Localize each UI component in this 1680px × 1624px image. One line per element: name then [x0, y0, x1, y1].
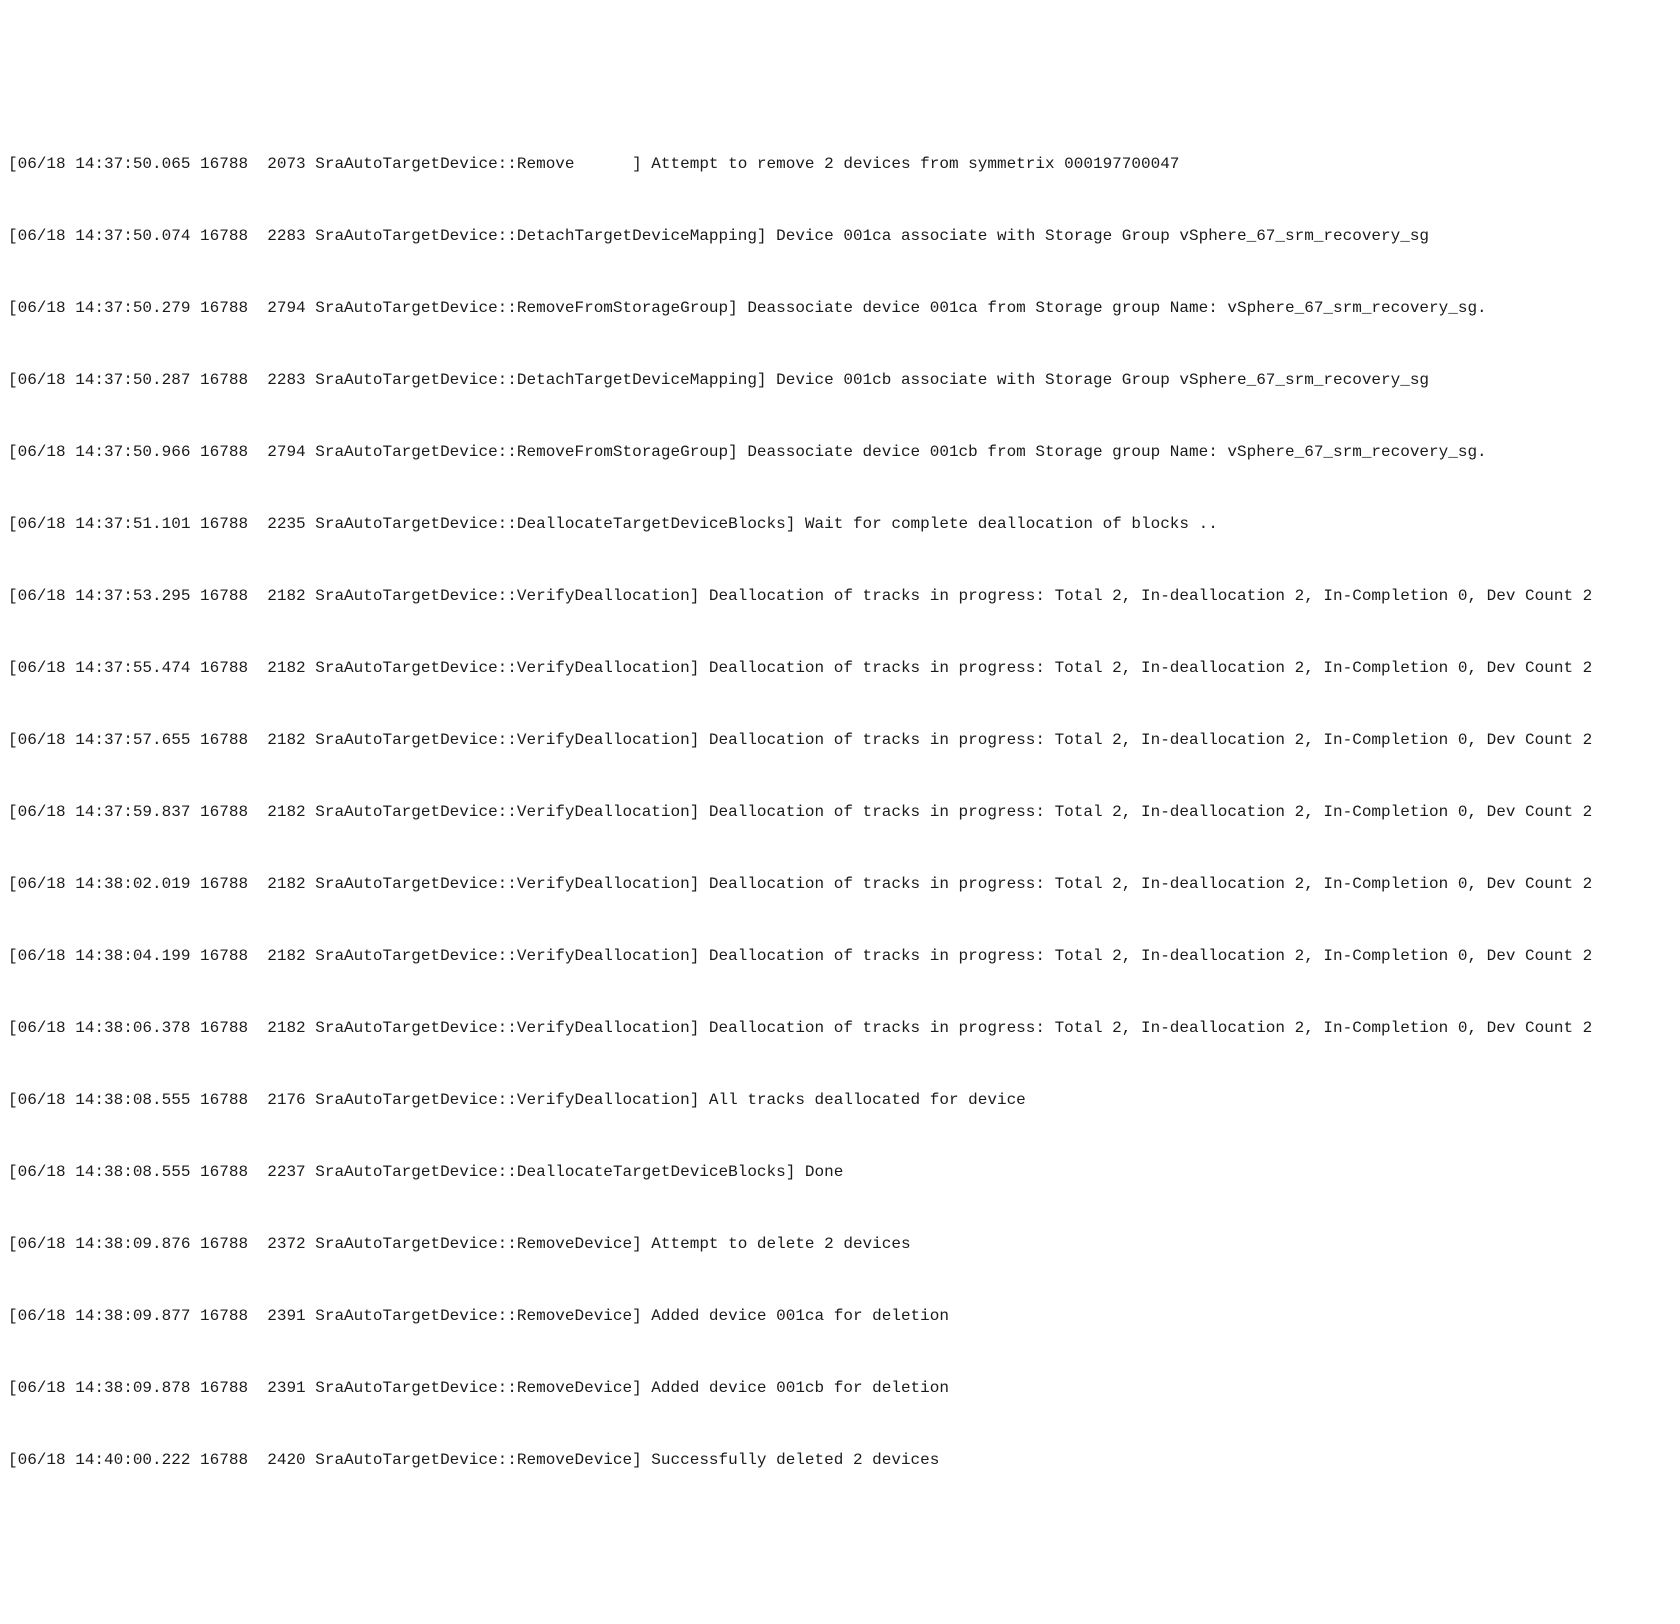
log-line: [06/18 14:38:08.555 16788 2237 SraAutoTa…: [8, 1160, 1672, 1184]
log-line: [06/18 14:37:50.065 16788 2073 SraAutoTa…: [8, 152, 1672, 176]
log-line: [06/18 14:40:00.222 16788 2420 SraAutoTa…: [8, 1448, 1672, 1472]
log-line: [06/18 14:37:59.837 16788 2182 SraAutoTa…: [8, 800, 1672, 824]
log-line: [06/18 14:38:09.878 16788 2391 SraAutoTa…: [8, 1376, 1672, 1400]
log-line: [06/18 14:37:57.655 16788 2182 SraAutoTa…: [8, 728, 1672, 752]
log-line: [06/18 14:37:53.295 16788 2182 SraAutoTa…: [8, 584, 1672, 608]
log-line: [06/18 14:37:50.279 16788 2794 SraAutoTa…: [8, 296, 1672, 320]
log-line: [06/18 14:37:50.966 16788 2794 SraAutoTa…: [8, 440, 1672, 464]
log-line: [06/18 14:38:09.877 16788 2391 SraAutoTa…: [8, 1304, 1672, 1328]
log-line: [06/18 14:38:02.019 16788 2182 SraAutoTa…: [8, 872, 1672, 896]
log-line: [06/18 14:38:08.555 16788 2176 SraAutoTa…: [8, 1088, 1672, 1112]
log-output: [06/18 14:37:50.065 16788 2073 SraAutoTa…: [8, 104, 1672, 1496]
log-line: [06/18 14:37:50.074 16788 2283 SraAutoTa…: [8, 224, 1672, 248]
log-line: [06/18 14:37:55.474 16788 2182 SraAutoTa…: [8, 656, 1672, 680]
log-line: [06/18 14:37:50.287 16788 2283 SraAutoTa…: [8, 368, 1672, 392]
log-line: [06/18 14:38:04.199 16788 2182 SraAutoTa…: [8, 944, 1672, 968]
log-line: [06/18 14:37:51.101 16788 2235 SraAutoTa…: [8, 512, 1672, 536]
log-line: [06/18 14:38:06.378 16788 2182 SraAutoTa…: [8, 1016, 1672, 1040]
log-line: [06/18 14:38:09.876 16788 2372 SraAutoTa…: [8, 1232, 1672, 1256]
